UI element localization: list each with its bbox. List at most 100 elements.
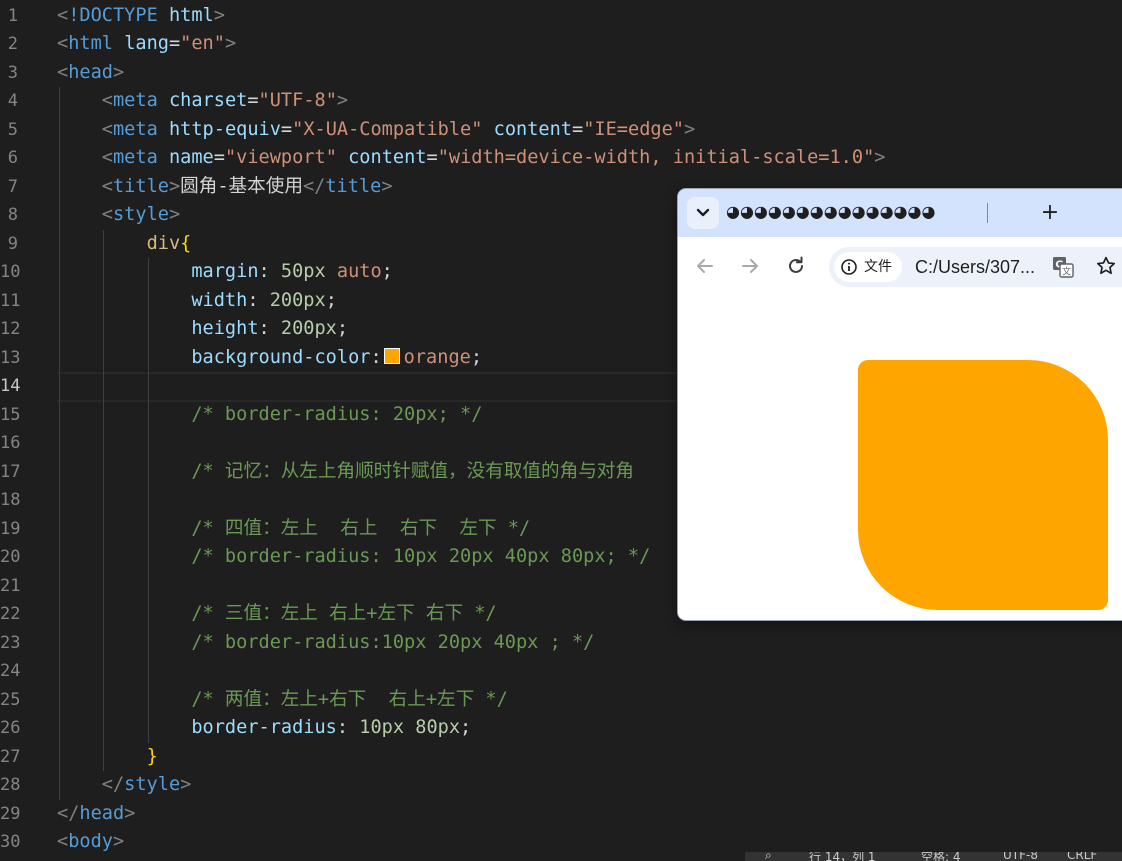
line-number[interactable]: 22	[0, 600, 20, 629]
browser-window: ◕◕◕◕◕◕◕◕◕◕◕◕◕◕◕ + 文件 C:/Users/307... 文	[678, 189, 1122, 620]
line-number[interactable]: 14	[0, 372, 20, 401]
color-swatch-icon[interactable]	[383, 347, 400, 364]
code-line[interactable]: 5 <meta http-equiv="X-UA-Compatible" con…	[0, 116, 1122, 145]
line-number[interactable]: 19	[0, 515, 20, 544]
code-token: <	[101, 118, 113, 140]
line-number[interactable]: 9	[0, 230, 18, 259]
line-number[interactable]: 2	[0, 30, 18, 59]
code-token: >	[180, 774, 192, 795]
code-text: <meta http-equiv="X-UA-Compatible" conte…	[57, 116, 695, 145]
line-number[interactable]: 6	[0, 144, 18, 173]
code-token: <	[101, 204, 113, 225]
line-number[interactable]: 27	[0, 743, 20, 772]
code-token: >	[112, 831, 125, 852]
line-number[interactable]: 5	[0, 116, 18, 145]
line-number[interactable]: 8	[0, 201, 18, 230]
code-token: :	[247, 289, 270, 311]
line-number[interactable]: 3	[0, 59, 18, 88]
code-text: /* 四值：左上 右上 右下 左下 */	[57, 515, 530, 544]
site-info-chip[interactable]: 文件	[834, 252, 902, 282]
line-number[interactable]: 4	[0, 87, 18, 116]
url-text[interactable]: C:/Users/307...	[915, 247, 1035, 287]
line-number[interactable]: 13	[0, 344, 20, 373]
code-token: </	[101, 774, 125, 795]
code-token: meta	[112, 90, 158, 111]
line-number[interactable]: 26	[0, 714, 20, 743]
line-number[interactable]: 20	[0, 543, 20, 572]
line-number[interactable]: 21	[0, 572, 20, 601]
line-number[interactable]: 24	[0, 657, 20, 686]
new-tab-button[interactable]: +	[1038, 199, 1062, 227]
line-number[interactable]: 18	[0, 486, 20, 515]
code-text: <head>	[57, 59, 124, 88]
line-number[interactable]: 23	[0, 629, 20, 658]
forward-button[interactable]	[738, 254, 762, 278]
line-number[interactable]: 12	[0, 315, 20, 344]
tab-divider	[987, 203, 988, 223]
address-bar[interactable]: 文件 C:/Users/307... G 文	[829, 247, 1122, 287]
line-number[interactable]: 1	[0, 2, 18, 31]
code-line[interactable]: 23 /* border-radius:10px 20px 40px ; */	[0, 629, 1122, 658]
tab-title[interactable]: ◕◕◕◕◕◕◕◕◕◕◕◕◕◕◕	[726, 201, 988, 223]
line-number[interactable]: 28	[0, 771, 20, 800]
status-cursor-position[interactable]: 行 14，列 1	[809, 852, 876, 861]
code-token: margin	[191, 261, 259, 282]
code-line[interactable]: 26 border-radius: 10px 80px;	[0, 714, 1122, 743]
code-token: >	[683, 118, 696, 140]
line-number[interactable]: 11	[0, 287, 20, 316]
line-number[interactable]: 16	[0, 429, 20, 458]
code-line[interactable]: 29 </head>	[0, 800, 1122, 829]
reload-button[interactable]	[784, 254, 808, 278]
code-token: /* 两值：左上+右下 右上+左下 */	[191, 688, 508, 710]
code-line[interactable]: 27 }	[0, 743, 1122, 772]
code-token: ;	[336, 318, 349, 339]
line-number[interactable]: 17	[0, 458, 20, 487]
code-line[interactable]: 2 <html lang="en">	[0, 30, 1122, 59]
status-line-ending[interactable]: CRLF	[1067, 852, 1097, 861]
back-button[interactable]	[693, 254, 717, 278]
code-token: ;	[470, 346, 483, 368]
code-token: =	[572, 118, 584, 140]
code-token: body	[68, 831, 113, 852]
code-token: >	[213, 4, 225, 26]
code-token: "IE=edge"	[583, 118, 684, 140]
line-number[interactable]: 30	[0, 828, 20, 857]
line-number[interactable]: 29	[0, 800, 20, 829]
line-number[interactable]: 25	[0, 686, 20, 715]
status-indentation[interactable]: 空格: 4	[921, 852, 961, 861]
translate-icon[interactable]: G 文	[1052, 256, 1074, 278]
code-text: <html lang="en">	[57, 30, 236, 59]
line-number[interactable]: 15	[0, 401, 20, 430]
code-token: :	[336, 717, 360, 738]
code-line[interactable]: 28 </style>	[0, 771, 1122, 800]
code-line[interactable]: 6 <meta name="viewport" content="width=d…	[0, 144, 1122, 173]
star-icon[interactable]	[1095, 255, 1117, 277]
code-token: html	[168, 4, 214, 26]
code-line[interactable]: 24	[0, 657, 1122, 686]
line-number[interactable]: 10	[0, 258, 20, 287]
code-token: <	[57, 33, 69, 54]
code-text: /* 两值：左上+右下 右上+左下 */	[57, 686, 508, 715]
code-line[interactable]: 1 <!DOCTYPE html>	[0, 2, 1122, 31]
code-token: :	[370, 346, 382, 368]
status-search-icon[interactable]: ⌕	[765, 852, 772, 861]
line-number[interactable]: 7	[0, 173, 18, 202]
code-token: head	[79, 802, 125, 824]
reload-icon	[789, 256, 803, 273]
code-line[interactable]: 25 /* 两值：左上+右下 右上+左下 */	[0, 686, 1122, 715]
code-text: <style>	[57, 201, 180, 230]
code-token: !DOCTYPE	[68, 4, 158, 26]
code-line[interactable]: 4 <meta charset="UTF-8">	[0, 87, 1122, 116]
code-token: =	[213, 147, 225, 168]
chevron-down-icon	[696, 208, 710, 217]
status-encoding[interactable]: UTF-8	[1003, 852, 1038, 861]
code-token: style	[112, 204, 169, 225]
tab-search-button[interactable]	[687, 197, 719, 229]
code-line[interactable]: 3 <head>	[0, 59, 1122, 88]
